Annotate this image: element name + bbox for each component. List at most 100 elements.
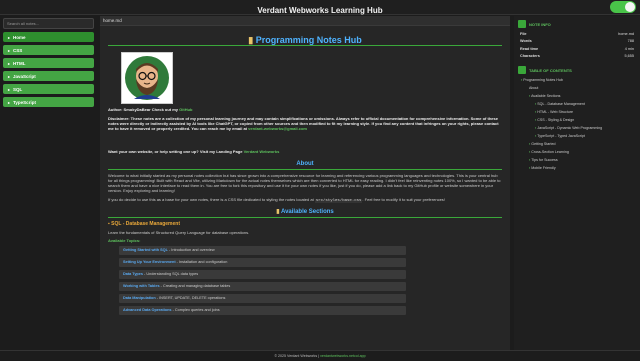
sidebar-item-label: Home xyxy=(13,34,26,40)
file-tab[interactable]: home.md xyxy=(100,16,510,26)
toc-item[interactable]: ▪ Mobile Friendly xyxy=(521,164,636,172)
info-value: 788 xyxy=(627,39,634,43)
topic-desc: - Installation and configuration xyxy=(175,260,228,264)
topic-item[interactable]: Data Types - Understanding SQL data type… xyxy=(119,270,406,279)
footer-link[interactable]: verdantwebworks.netcol.app xyxy=(320,354,366,358)
sections-heading-text: Available Sections xyxy=(280,209,334,215)
footer-separator: | xyxy=(318,354,320,358)
topic-link[interactable]: Working with Tables xyxy=(123,284,160,288)
info-label: Read time xyxy=(520,46,539,51)
sidebar-item-home[interactable]: ▸ Home xyxy=(3,32,94,42)
divider xyxy=(108,217,502,218)
toc-item[interactable]: ▪ CSS - Styling & Design xyxy=(521,116,636,124)
sidebar-item-typescript[interactable]: ▸ TypeScript xyxy=(3,97,94,107)
topic-item[interactable]: Setting Up Your Environment - Installati… xyxy=(119,258,406,267)
sidebar-item-css[interactable]: ▸ CSS xyxy=(3,45,94,55)
toc-header: TABLE OF CONTENTS xyxy=(518,66,636,74)
topic-link[interactable]: Advanced Data Operations xyxy=(123,308,172,312)
sql-heading-text: SQL - Database Management xyxy=(111,221,180,227)
toc-item-label: SQL - Database Management xyxy=(537,102,585,106)
about-paragraph: Welcome to what initially started as my … xyxy=(108,173,501,193)
topics-label: Available Topics: xyxy=(108,238,141,243)
top-bar: Verdant Webworks Learning Hub xyxy=(0,0,640,15)
toc-item-label: HTML - Web Structure xyxy=(537,110,574,114)
toc-item-label: Programming Notes Hub xyxy=(523,78,563,82)
toc-item[interactable]: ▪ SQL - Database Management xyxy=(521,100,636,108)
info-row: Read time 4 min xyxy=(518,47,636,51)
toc-item[interactable]: ▪ Available Sections xyxy=(521,92,636,100)
sidebar-item-label: HTML xyxy=(13,60,26,66)
toc-item-label: Cross-Section Learning xyxy=(531,150,569,154)
promo-text: Want your own website, or help setting o… xyxy=(108,149,243,154)
toc-item[interactable]: ▪ Getting Started xyxy=(521,140,636,148)
info-label: Characters xyxy=(520,54,540,58)
divider xyxy=(108,45,502,46)
toc-item[interactable]: ▪ JavaScript - Dynamic Web Programming xyxy=(521,124,636,132)
folder-icon: ▸ xyxy=(8,34,11,40)
topic-link[interactable]: Data Manipulation xyxy=(123,296,156,300)
topic-item[interactable]: Data Manipulation - INSERT, UPDATE, DELE… xyxy=(119,294,406,303)
note-info-header: NOTE INFO xyxy=(518,20,636,28)
note-body: ▮ Programming Notes Hub Author: SmokyDaB… xyxy=(100,26,510,319)
topic-link[interactable]: Setting Up Your Environment xyxy=(123,260,176,264)
info-icon xyxy=(518,20,526,28)
toc-item[interactable]: About xyxy=(521,84,636,92)
folder-icon: ▸ xyxy=(8,99,11,105)
email-link[interactable]: verdant-webworks@gmail.com xyxy=(248,126,307,131)
landing-page-link[interactable]: Verdant Webworks xyxy=(244,149,280,154)
toc-item-label: Tips for Success xyxy=(531,158,558,162)
sections-heading: ▮ Available Sections xyxy=(108,209,502,215)
sql-description: Learn the fundamentals of Structured Que… xyxy=(108,230,250,235)
about-paragraph-2: If you do decide to use this as a base f… xyxy=(108,197,502,204)
topic-link[interactable]: Getting Started with SQL xyxy=(123,248,168,252)
folder-icon: ▸ xyxy=(8,73,11,79)
database-icon: ▪ xyxy=(108,221,110,227)
toc-item[interactable]: ▪ TypeScript - Typed JavaScript xyxy=(521,132,636,140)
info-label: File xyxy=(520,31,527,36)
toc-item[interactable]: ▪ Tips for Success xyxy=(521,156,636,164)
divider xyxy=(108,169,502,170)
toc-item-label: JavaScript - Dynamic Web Programming xyxy=(537,126,603,130)
about-text: If you do decide to use this as a base f… xyxy=(108,197,314,202)
sidebar-item-sql[interactable]: ▸ SQL xyxy=(3,84,94,94)
toc-item-label: CSS - Styling & Design xyxy=(537,118,575,122)
theme-toggle[interactable] xyxy=(610,1,636,13)
search-input[interactable]: Search all notes... xyxy=(3,18,94,29)
info-row: Words 788 xyxy=(518,39,636,43)
topic-link[interactable]: Data Types xyxy=(123,272,143,276)
topic-item[interactable]: Working with Tables - Creating and manag… xyxy=(119,282,406,291)
disclaimer: Disclaimer: These notes are a collection… xyxy=(108,116,502,131)
sidebar-item-html[interactable]: ▸ HTML xyxy=(3,58,94,68)
about-text-end: . Feel free to modify it to suit your pr… xyxy=(362,197,445,202)
right-panel: NOTE INFO File home.md Words 788 Read time… xyxy=(514,16,640,350)
sidebar-item-javascript[interactable]: ▸ JavaScript xyxy=(3,71,94,81)
toc-item[interactable]: ▪ Programming Notes Hub xyxy=(521,76,636,84)
footer: © 2025 Verdant Webworks | verdantwebwork… xyxy=(0,350,640,360)
github-link[interactable]: GitHub xyxy=(179,107,192,112)
sidebar-item-label: TypeScript xyxy=(13,99,36,105)
sidebar: Search all notes... ▸ Home ▸ CSS ▸ HTML ▸ Ja… xyxy=(0,16,97,350)
folder-icon: ▸ xyxy=(8,60,11,66)
sql-section-heading: ▪ SQL - Database Management xyxy=(108,222,502,227)
info-label: Words xyxy=(520,39,532,43)
toc-item[interactable]: ▪ Cross-Section Learning xyxy=(521,148,636,156)
toc-item-label: Available Sections xyxy=(531,94,561,98)
topic-desc: - Complex queries and joins xyxy=(171,308,220,312)
sidebar-item-label: SQL xyxy=(13,86,23,92)
book-icon: ▮ xyxy=(248,35,254,45)
avatar xyxy=(121,52,173,104)
page-title-text: Programming Notes Hub xyxy=(255,35,362,45)
sidebar-item-label: CSS xyxy=(13,47,23,53)
author-line: Author: SmokyDaBear Check out my GitHub xyxy=(108,107,502,112)
info-value: home.md xyxy=(618,31,634,36)
info-value: 5,655 xyxy=(624,54,634,58)
topic-item[interactable]: Advanced Data Operations - Complex queri… xyxy=(119,306,406,315)
topic-desc: - INSERT, UPDATE, DELETE operations xyxy=(155,296,226,300)
toc-item[interactable]: ▪ HTML - Web Structure xyxy=(521,108,636,116)
topic-item[interactable]: Getting Started with SQL - Introduction … xyxy=(119,246,406,255)
topic-desc: - Introduction and overview xyxy=(167,248,215,252)
promo-line: Want your own website, or help setting o… xyxy=(108,149,502,154)
toc-item-label: TypeScript - Typed JavaScript xyxy=(537,134,585,138)
table-of-contents: ▪ Programming Notes Hub About ▪ Availabl… xyxy=(518,76,636,172)
page-title: ▮ Programming Notes Hub xyxy=(108,35,502,45)
